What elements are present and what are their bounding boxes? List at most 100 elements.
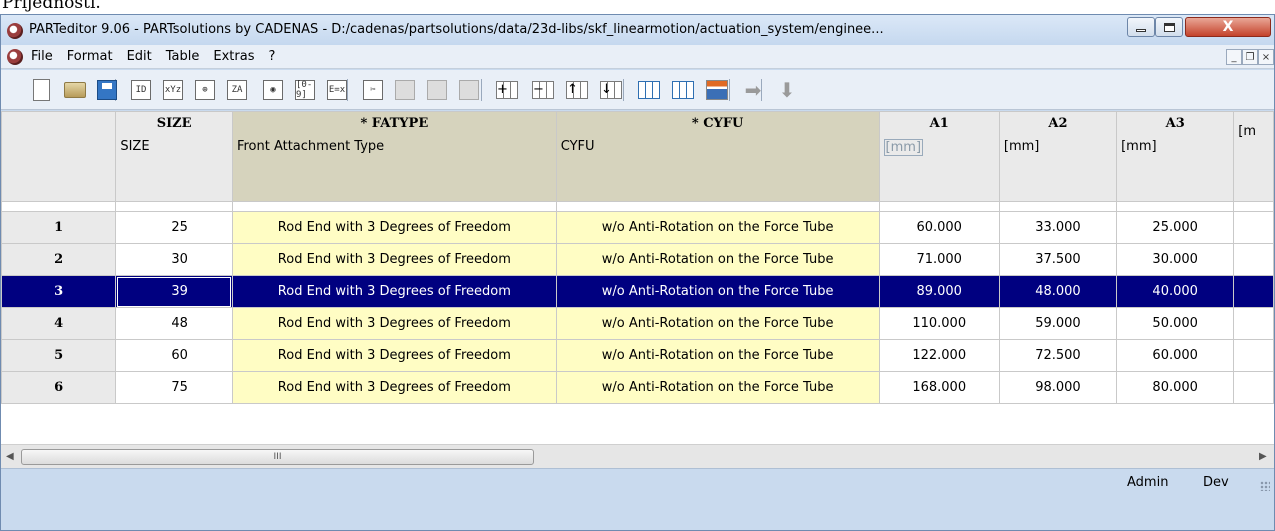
table-row[interactable]: 6 75 Rod End with 3 Degrees of Freedom w/o … [1, 371, 1274, 404]
cell-fatype[interactable]: Rod End with 3 Degrees of Freedom [231, 339, 557, 372]
cell-fatype[interactable]: Rod End with 3 Degrees of Freedom [231, 243, 557, 276]
row-number[interactable]: 5 [1, 339, 117, 372]
view-button[interactable]: ◉ [261, 77, 285, 103]
column-header-a1[interactable]: A1 [mm] [878, 111, 1000, 202]
formula-button[interactable]: E=x [325, 77, 349, 103]
cell-a1[interactable]: 71.000 [878, 243, 1000, 276]
row-number[interactable]: 4 [1, 307, 117, 340]
column-header-size[interactable]: SIZE SIZE [115, 111, 233, 202]
cell-cyfu[interactable]: w/o Anti-Rotation on the Force Tube [555, 243, 880, 276]
cell-cyfu[interactable]: w/o Anti-Rotation on the Force Tube [555, 339, 880, 372]
menu-item-help[interactable]: ? [268, 49, 275, 64]
menu-item-edit[interactable]: Edit [127, 49, 152, 64]
cell-a2[interactable]: 33.000 [998, 211, 1118, 244]
scroll-left-icon[interactable]: ◀ [6, 451, 14, 462]
menu-item-file[interactable]: File [31, 49, 53, 64]
cell-a1[interactable]: 89.000 [878, 275, 1000, 308]
column-description-text[interactable]: [mm] [883, 139, 924, 156]
menu-item-extras[interactable]: Extras [213, 49, 254, 64]
cell-cyfu[interactable]: w/o Anti-Rotation on the Force Tube [555, 307, 880, 340]
open-button[interactable] [63, 77, 87, 103]
sort-button[interactable]: ZA [225, 77, 249, 103]
cell-size[interactable]: 39 [115, 275, 233, 308]
cell-extra[interactable] [1233, 211, 1274, 244]
cell-a3[interactable]: 60.000 [1116, 339, 1235, 372]
move-row-down-button[interactable]: ↓ [599, 77, 623, 103]
cell-a3[interactable]: 25.000 [1116, 211, 1235, 244]
row-number[interactable]: 3 [1, 275, 117, 308]
cell-a2[interactable]: 72.500 [998, 339, 1118, 372]
scroll-right-icon[interactable]: ▶ [1259, 451, 1267, 462]
paste-special-button[interactable] [457, 77, 481, 103]
cell-cyfu[interactable]: w/o Anti-Rotation on the Force Tube [555, 275, 880, 308]
column-header-fatype[interactable]: * FATYPE Front Attachment Type [231, 111, 557, 202]
table-row[interactable]: 4 48 Rod End with 3 Degrees of Freedom w/o … [1, 307, 1274, 340]
cell-a3[interactable]: 80.000 [1116, 371, 1235, 404]
cell-size[interactable]: 75 [115, 371, 233, 404]
geometry-button[interactable]: ⊕ [193, 77, 217, 103]
cell-a2[interactable]: 59.000 [998, 307, 1118, 340]
mdi-close-button[interactable]: × [1258, 49, 1274, 65]
paste-button[interactable] [425, 77, 449, 103]
row-number[interactable]: 2 [1, 243, 117, 276]
cell-fatype[interactable]: Rod End with 3 Degrees of Freedom [231, 211, 557, 244]
cell-a3[interactable]: 30.000 [1116, 243, 1235, 276]
horizontal-scrollbar[interactable]: ◀ III ▶ [1, 444, 1274, 468]
range-button[interactable]: [0-9] [293, 77, 317, 103]
column-header-a3[interactable]: A3 [mm] [1116, 111, 1235, 202]
cell-a1[interactable]: 110.000 [878, 307, 1000, 340]
cell-fatype[interactable]: Rod End with 3 Degrees of Freedom [231, 371, 557, 404]
cell-size[interactable]: 30 [115, 243, 233, 276]
app-icon[interactable] [7, 23, 23, 39]
maximize-button[interactable] [1155, 17, 1183, 37]
cell-a1[interactable]: 122.000 [878, 339, 1000, 372]
mdi-minimize-button[interactable]: _ [1226, 49, 1242, 65]
cell-extra[interactable] [1233, 275, 1274, 308]
table-view-button[interactable] [637, 77, 661, 103]
tree-view-button[interactable] [705, 77, 729, 103]
cell-extra[interactable] [1233, 307, 1274, 340]
cell-size[interactable]: 25 [115, 211, 233, 244]
cut-button[interactable]: ✂ [361, 77, 385, 103]
cell-size[interactable]: 60 [115, 339, 233, 372]
menu-item-table[interactable]: Table [166, 49, 200, 64]
scrollbar-thumb[interactable]: III [21, 449, 534, 465]
delete-row-button[interactable]: − [531, 77, 555, 103]
row-number[interactable]: 6 [1, 371, 117, 404]
cell-a2[interactable]: 98.000 [998, 371, 1118, 404]
minimize-button[interactable] [1127, 17, 1155, 37]
chart-view-button[interactable] [671, 77, 695, 103]
cell-extra[interactable] [1233, 371, 1274, 404]
cell-a3[interactable]: 50.000 [1116, 307, 1235, 340]
close-button[interactable]: X [1185, 17, 1271, 37]
cell-fatype[interactable]: Rod End with 3 Degrees of Freedom [231, 307, 557, 340]
cell-cyfu[interactable]: w/o Anti-Rotation on the Force Tube [555, 211, 880, 244]
mdi-restore-button[interactable]: ❐ [1242, 49, 1258, 65]
cell-a2[interactable]: 48.000 [998, 275, 1118, 308]
save-button[interactable] [95, 77, 119, 103]
table-row[interactable]: 2 30 Rod End with 3 Degrees of Freedom w/o … [1, 243, 1274, 276]
arrow-down-button[interactable]: ⬇ [775, 77, 799, 103]
insert-row-button[interactable]: + [495, 77, 519, 103]
menu-item-format[interactable]: Format [67, 49, 113, 64]
table-row[interactable]: 3 39 Rod End with 3 Degrees of Freedom w/o … [1, 275, 1274, 308]
column-header-cyfu[interactable]: * CYFU CYFU [555, 111, 880, 202]
row-number[interactable]: 1 [1, 211, 117, 244]
arrow-right-button[interactable]: ➡ [741, 77, 765, 103]
table-row[interactable]: 5 60 Rod End with 3 Degrees of Freedom w/o … [1, 339, 1274, 372]
cell-a1[interactable]: 60.000 [878, 211, 1000, 244]
table-row[interactable]: 1 25 Rod End with 3 Degrees of Freedom w/o … [1, 211, 1274, 244]
column-header-extra[interactable]: [m [1233, 111, 1274, 202]
cell-extra[interactable] [1233, 243, 1274, 276]
new-button[interactable] [29, 77, 53, 103]
column-header-a2[interactable]: A2 [mm] [998, 111, 1118, 202]
cell-size[interactable]: 48 [115, 307, 233, 340]
document-menu-icon[interactable] [7, 49, 23, 65]
cell-cyfu[interactable]: w/o Anti-Rotation on the Force Tube [555, 371, 880, 404]
cell-fatype[interactable]: Rod End with 3 Degrees of Freedom [231, 275, 557, 308]
move-row-up-button[interactable]: ↑ [565, 77, 589, 103]
cell-a1[interactable]: 168.000 [878, 371, 1000, 404]
copy-button[interactable] [393, 77, 417, 103]
xyz-button[interactable]: xYz [161, 77, 185, 103]
resize-grip-icon[interactable] [1260, 481, 1270, 491]
